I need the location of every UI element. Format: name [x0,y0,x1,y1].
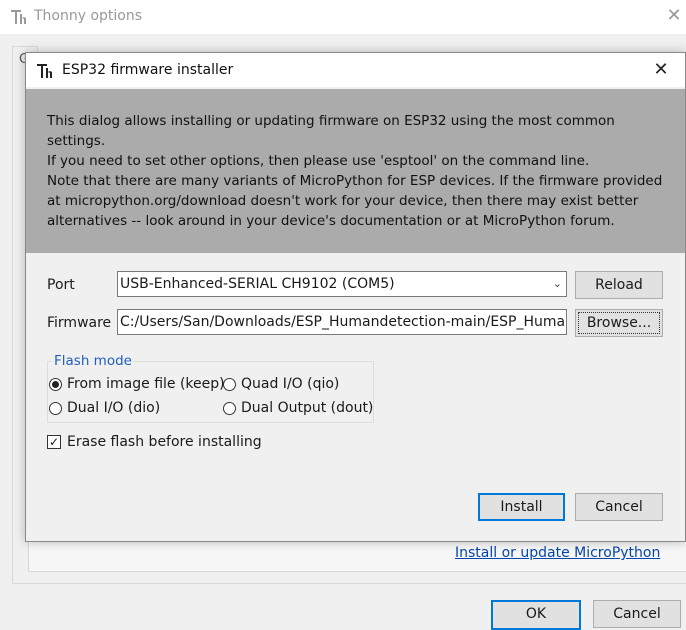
radio-unselected-icon[interactable] [49,401,62,415]
radio-qio[interactable]: Quad I/O (qio) [223,376,339,392]
radio-dio-label: Dual I/O (dio) [67,400,161,416]
esp32-installer-dialog: ESP32 firmware installer ✕ This dialog a… [25,52,686,542]
radio-unselected-icon[interactable] [223,401,236,415]
thonny-logo-icon [11,10,26,24]
port-label: Port [47,277,75,293]
options-titlebar: Thonny options ✕ [0,0,686,34]
info-panel: This dialog allows installing or updatin… [26,89,685,253]
radio-dout[interactable]: Dual Output (dout) [223,400,373,416]
cancel-button[interactable]: Cancel [575,493,663,521]
install-button[interactable]: Install [478,493,565,521]
flash-mode-title: Flash mode [52,353,134,369]
options-cancel-button[interactable]: Cancel [593,600,681,628]
radio-keep[interactable]: From image file (keep) [49,376,225,392]
erase-flash-checkbox[interactable]: ✓ Erase flash before installing [47,434,262,450]
checkmark-icon[interactable]: ✓ [47,435,61,449]
reload-button[interactable]: Reload [575,271,663,299]
radio-selected-icon[interactable] [49,377,62,391]
browse-button[interactable]: Browse... [575,309,663,337]
dialog-title: ESP32 firmware installer [62,62,234,78]
options-title: Thonny options [34,8,143,24]
info-text-2: Note that there are many variants of Mic… [47,173,663,229]
install-micropython-link[interactable]: Install or update MicroPython [455,545,660,561]
dialog-titlebar: ESP32 firmware installer ✕ [26,53,685,87]
port-select[interactable]: USB-Enhanced-SERIAL CH9102 (COM5) ⌄ [117,271,567,297]
chevron-down-icon[interactable]: ⌄ [553,272,562,296]
ok-button[interactable]: OK [491,600,581,630]
firmware-label: Firmware [47,315,112,331]
radio-keep-label: From image file (keep) [67,376,225,392]
options-close-icon[interactable]: ✕ [664,6,684,26]
radio-unselected-icon[interactable] [223,377,236,391]
radio-dio[interactable]: Dual I/O (dio) [49,400,160,416]
info-text-1: This dialog allows installing or updatin… [47,113,615,169]
port-value: USB-Enhanced-SERIAL CH9102 (COM5) [120,276,395,292]
dialog-close-icon[interactable]: ✕ [649,59,673,81]
radio-dout-label: Dual Output (dout) [241,400,374,416]
radio-qio-label: Quad I/O (qio) [241,376,340,392]
firmware-path-input[interactable]: C:/Users/San/Downloads/ESP_Humandetectio… [117,309,567,335]
firmware-value: C:/Users/San/Downloads/ESP_Humandetectio… [120,314,567,330]
thonny-logo-icon [37,64,52,78]
erase-flash-label: Erase flash before installing [67,434,262,450]
